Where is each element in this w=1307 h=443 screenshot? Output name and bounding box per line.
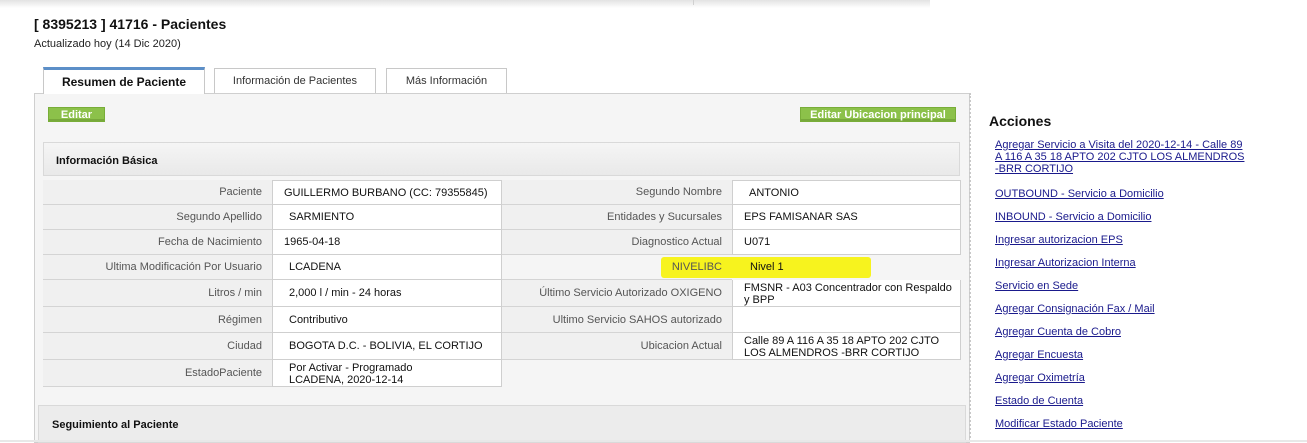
tab-mas-informacion[interactable]: Más Información	[386, 68, 507, 93]
value-diagnostico-actual: U071	[732, 230, 961, 255]
top-divider	[693, 0, 694, 5]
label-litros-min: Litros / min	[43, 280, 272, 307]
add-survey-link[interactable]: Agregar Encuesta	[995, 349, 1083, 361]
label-ciudad: Ciudad	[43, 333, 272, 360]
oxigeno-line2: y BPP	[744, 294, 775, 306]
value-segundo-apellido: SARMIENTO	[272, 205, 502, 230]
add-consignment-link[interactable]: Agregar Consignación Fax / Mail	[995, 303, 1155, 315]
label-ubicacion-actual: Ubicacion Actual	[502, 333, 732, 360]
add-billing-account-link[interactable]: Agregar Cuenta de Cobro	[995, 326, 1121, 338]
ubicacion-line2: LOS ALMENDROS -BRR CORTIJO	[744, 347, 920, 359]
panel-divider	[969, 93, 971, 442]
label-estado-paciente: EstadoPaciente	[43, 360, 272, 387]
edit-button[interactable]: Editar	[48, 107, 105, 122]
value-ubicacion-actual: Calle 89 A 116 A 35 18 APTO 202 CJTO LOS…	[732, 333, 961, 360]
basic-info-header: Información Básica	[43, 142, 960, 176]
label-entidades-sucursales: Entidades y Sucursales	[502, 205, 732, 230]
add-oximetry-link[interactable]: Agregar Oximetría	[995, 372, 1085, 384]
add-service-visit-line2: A 116 A 35 18 APTO 202 CJTO LOS ALMENDRO…	[995, 151, 1245, 163]
outbound-service-link[interactable]: OUTBOUND - Servicio a Domicilio	[995, 188, 1164, 200]
top-shadow	[0, 0, 930, 8]
label-segundo-nombre: Segundo Nombre	[502, 180, 732, 205]
actions-title: Acciones	[989, 113, 1052, 129]
tab-resumen-paciente[interactable]: Resumen de Paciente	[43, 67, 205, 94]
value-ultimo-servicio-oxigeno: FMSNR - A03 Concentrador con Respaldo y …	[732, 280, 961, 307]
label-regimen: Régimen	[43, 307, 272, 333]
estado-paciente-line1: Por Activar - Programado	[289, 362, 413, 374]
value-litros-min: 2,000 l / min - 24 horas	[272, 280, 502, 307]
value-paciente: GUILLERMO BURBANO (CC: 79355845)	[272, 180, 502, 205]
eps-authorization-link[interactable]: Ingresar autorizacion EPS	[995, 234, 1123, 246]
internal-authorization-link[interactable]: Ingresar Autorizacion Interna	[995, 257, 1136, 269]
followup-header: Seguimiento al Paciente	[38, 405, 966, 443]
estado-paciente-line2: LCADENA, 2020-12-14	[289, 374, 404, 386]
last-updated: Actualizado hoy (14 Dic 2020)	[34, 38, 181, 50]
label-ultimo-servicio-oxigeno: Último Servicio Autorizado OXIGENO	[502, 280, 732, 307]
oxigeno-line1: FMSNR - A03 Concentrador con Respaldo	[744, 282, 952, 294]
value-ultima-modificacion: LCADENA	[272, 255, 502, 280]
value-regimen: Contributivo	[272, 307, 502, 333]
value-fecha-nacimiento: 1965-04-18	[272, 230, 502, 255]
value-estado-paciente: Por Activar - Programado LCADENA, 2020-1…	[272, 360, 502, 387]
value-ciudad: BOGOTA D.C. - BOLIVIA, EL CORTIJO	[272, 333, 502, 360]
value-nivelibc: Nivel 1	[750, 261, 784, 273]
label-ultima-modificacion: Ultima Modificación Por Usuario	[43, 255, 272, 280]
tab-informacion-pacientes[interactable]: Información de Pacientes	[214, 68, 376, 93]
label-fecha-nacimiento: Fecha de Nacimiento	[43, 230, 272, 255]
ubicacion-line1: Calle 89 A 116 A 35 18 APTO 202 CJTO	[744, 335, 940, 347]
edit-location-button[interactable]: Editar Ubicacion principal	[800, 107, 956, 122]
add-service-visit-link[interactable]: Agregar Servicio a Visita del 2020-12-14…	[995, 139, 1244, 175]
label-paciente: Paciente	[43, 180, 272, 205]
label-nivelibc: NIVELIBC	[502, 255, 732, 280]
basic-info-title: Información Básica	[56, 155, 158, 167]
inbound-service-link[interactable]: INBOUND - Servicio a Domicilio	[995, 211, 1151, 223]
service-in-office-link[interactable]: Servicio en Sede	[995, 280, 1078, 292]
label-segundo-apellido: Segundo Apellido	[43, 205, 272, 230]
value-segundo-nombre: ANTONIO	[732, 180, 961, 205]
modify-patient-status-link[interactable]: Modificar Estado Paciente	[995, 418, 1123, 430]
label-diagnostico-actual: Diagnostico Actual	[502, 230, 732, 255]
followup-title: Seguimiento al Paciente	[52, 419, 179, 431]
page-title: [ 8395213 ] 41716 - Pacientes	[34, 16, 227, 32]
label-ultimo-servicio-sahos: Ultimo Servicio SAHOS autorizado	[502, 307, 732, 333]
add-service-visit-line3: -BRR CORTIJO	[995, 163, 1074, 175]
value-entidades-sucursales: EPS FAMISANAR SAS	[732, 205, 961, 230]
account-status-link[interactable]: Estado de Cuenta	[995, 395, 1083, 407]
add-service-visit-line1: Agregar Servicio a Visita del 2020-12-14…	[995, 139, 1243, 151]
value-ultimo-servicio-sahos	[732, 307, 961, 333]
